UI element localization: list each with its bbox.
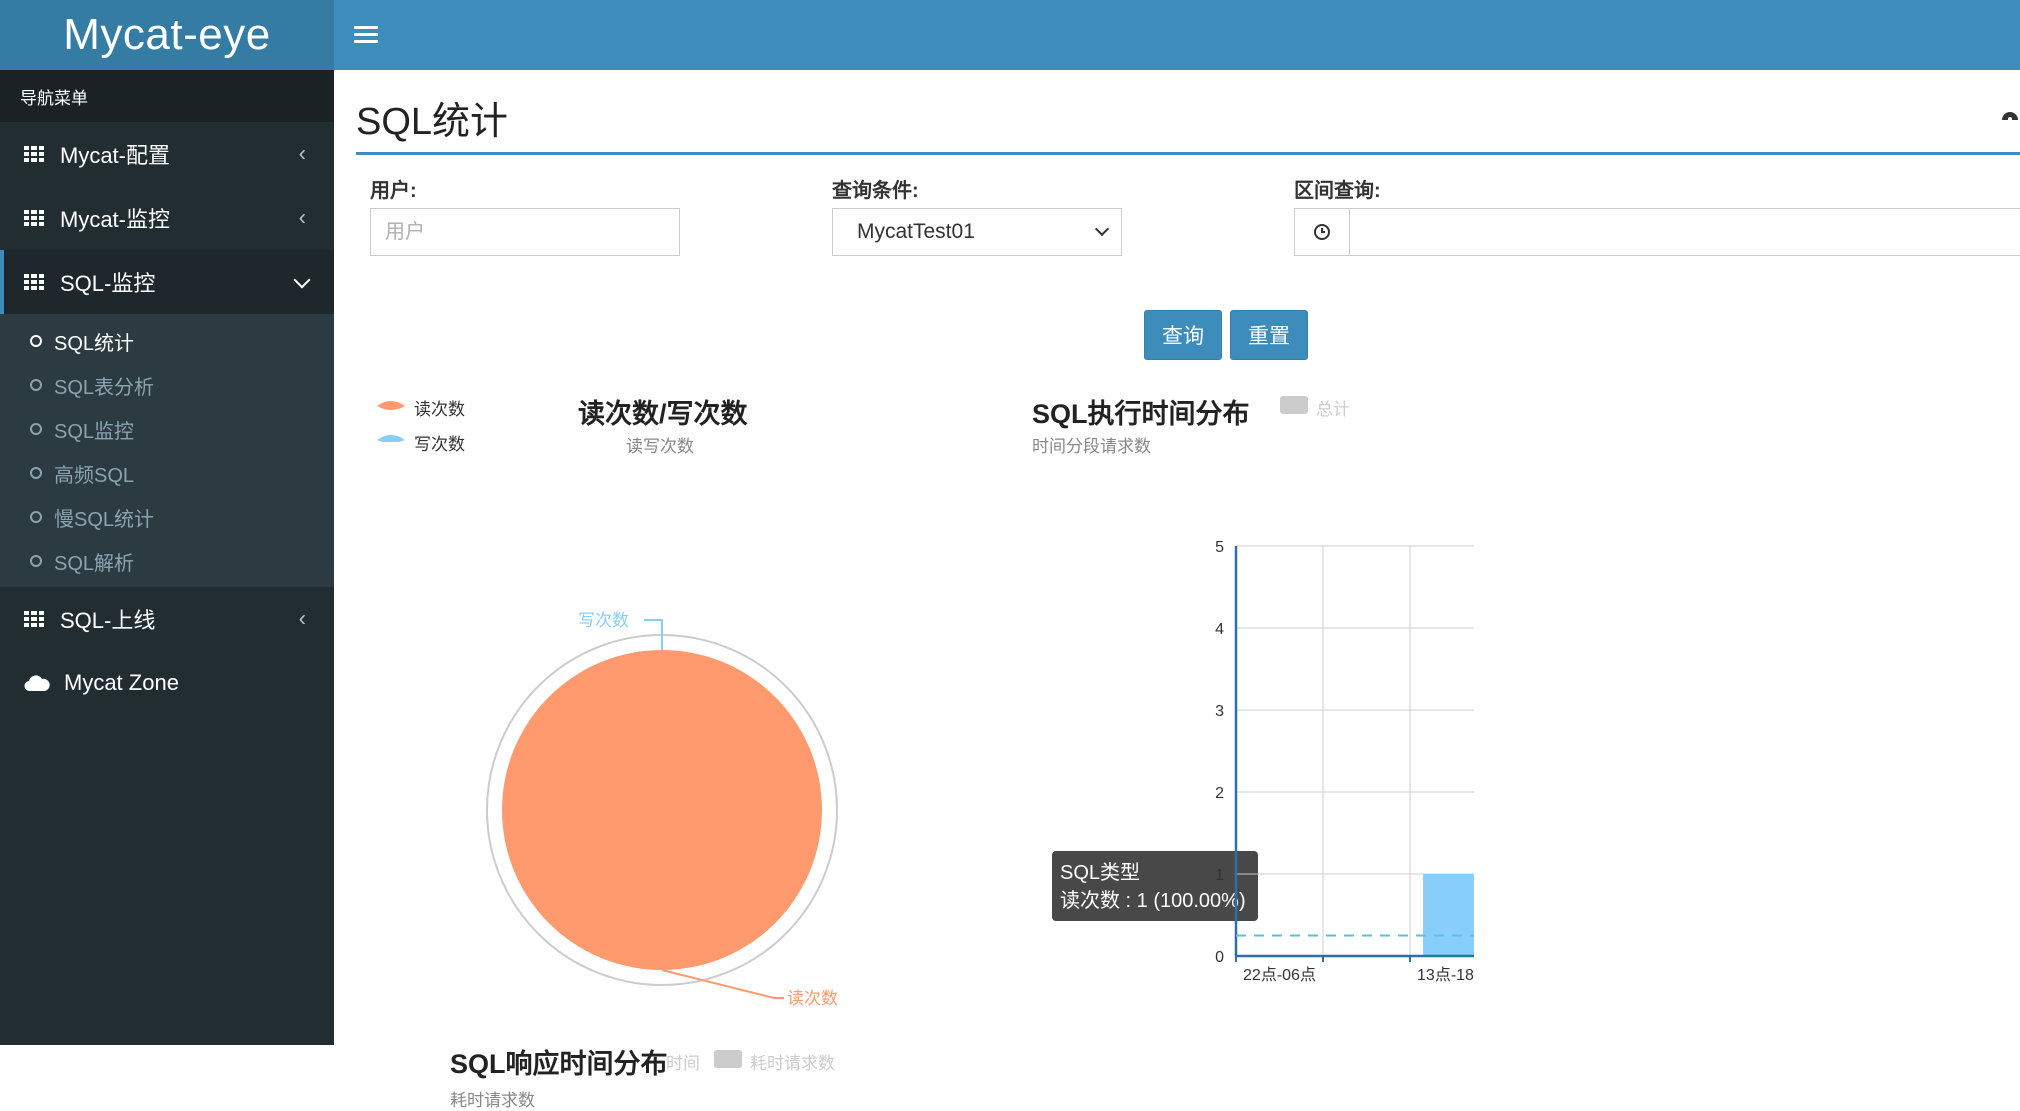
circle-icon bbox=[30, 335, 42, 347]
user-label: 用户: bbox=[370, 180, 417, 202]
sidebar-item-label: Mycat Zone bbox=[64, 670, 179, 695]
x-tick-label: 22点-06点 bbox=[1243, 966, 1316, 984]
sidebar-toggle-icon[interactable] bbox=[354, 22, 378, 48]
sidebar: 导航菜单 Mycat-配置 ‹ Mycat-监控 ‹ SQL-监控 SQL统计 … bbox=[0, 70, 334, 1045]
sidebar-item-label: Mycat-监控 bbox=[60, 207, 171, 232]
top-navbar bbox=[334, 0, 2020, 70]
pie-legend-write[interactable]: 写次数 bbox=[414, 430, 465, 455]
response-chart-subtitle: 耗时请求数 bbox=[450, 1091, 535, 1110]
query-button[interactable]: 查询 bbox=[1144, 310, 1222, 360]
submenu-item-label: SQL表分析 bbox=[54, 376, 155, 399]
grid-icon bbox=[24, 210, 44, 226]
submenu-item-slow-sql[interactable]: 慢SQL统计 bbox=[0, 495, 334, 539]
submenu-item-sql-monitor[interactable]: SQL监控 bbox=[0, 407, 334, 451]
grid-icon bbox=[24, 611, 44, 627]
app-logo[interactable]: Mycat-eye bbox=[0, 0, 334, 70]
pie-chart: 写次数 读次数 bbox=[486, 611, 838, 1008]
sidebar-item-mycat-config[interactable]: Mycat-配置 ‹ bbox=[0, 122, 334, 186]
submenu-item-sql-table-analysis[interactable]: SQL表分析 bbox=[0, 363, 334, 407]
sidebar-item-label: Mycat-配置 bbox=[60, 143, 171, 168]
pie-legend-swatches bbox=[377, 401, 405, 442]
submenu-item-sql-stats[interactable]: SQL统计 bbox=[0, 319, 334, 363]
main-content: SQL统计 用户: 查询条件: MycatTest01 区间查询: 查询 重置 … bbox=[334, 70, 2020, 1110]
bar-chart: 01234522点-06点13点-18点0.25 bbox=[1215, 539, 1474, 984]
label-read: 读次数 bbox=[787, 989, 838, 1008]
chevron-down-icon bbox=[1094, 221, 1110, 237]
submenu-item-high-freq-sql[interactable]: 高频SQL bbox=[0, 451, 334, 495]
cloud-icon bbox=[24, 675, 50, 692]
pie-chart-title: 读次数/写次数 bbox=[578, 399, 748, 429]
chevron-left-icon: ‹ bbox=[298, 605, 306, 631]
range-label: 区间查询: bbox=[1294, 180, 1381, 202]
legend-swatch-read bbox=[377, 401, 405, 410]
user-input[interactable] bbox=[370, 208, 680, 256]
sidebar-item-mycat-monitor[interactable]: Mycat-监控 ‹ bbox=[0, 186, 334, 250]
circle-icon bbox=[30, 467, 42, 479]
y-tick-label: 2 bbox=[1215, 785, 1224, 802]
sql-monitor-submenu: SQL统计 SQL表分析 SQL监控 高频SQL 慢SQL统计 SQL解析 bbox=[0, 314, 334, 587]
clock-icon-addon[interactable] bbox=[1294, 208, 1350, 256]
chevron-left-icon: ‹ bbox=[298, 204, 306, 230]
condition-select-value: MycatTest01 bbox=[857, 220, 975, 243]
response-legend-time[interactable]: 时间 bbox=[666, 1049, 700, 1074]
legend-swatch-write bbox=[377, 435, 405, 442]
bar-legend-swatch[interactable] bbox=[1280, 396, 1308, 414]
submenu-item-sql-parse[interactable]: SQL解析 bbox=[0, 539, 334, 583]
response-chart-title: SQL响应时间分布 bbox=[450, 1049, 668, 1079]
sidebar-item-label: SQL-监控 bbox=[60, 271, 156, 296]
y-tick-label: 4 bbox=[1215, 621, 1224, 638]
submenu-item-label: SQL解析 bbox=[54, 552, 135, 575]
y-tick-label: 5 bbox=[1215, 539, 1224, 556]
bar-chart-title: SQL执行时间分布 bbox=[1032, 399, 1250, 429]
grid-icon bbox=[24, 146, 44, 162]
box-top-border bbox=[356, 152, 2020, 155]
circle-icon bbox=[30, 379, 42, 391]
circle-icon bbox=[30, 511, 42, 523]
x-tick-label: 13点-18点 bbox=[1417, 966, 1474, 984]
condition-label: 查询条件: bbox=[832, 180, 919, 202]
chevron-left-icon: ‹ bbox=[298, 140, 306, 166]
reset-button[interactable]: 重置 bbox=[1230, 310, 1308, 360]
chevron-down-icon bbox=[293, 271, 311, 289]
y-tick-label: 3 bbox=[1215, 703, 1224, 720]
sidebar-item-label: SQL-上线 bbox=[60, 608, 156, 633]
clock-icon bbox=[1314, 224, 1330, 240]
submenu-item-label: 高频SQL bbox=[54, 464, 135, 487]
bar-2 bbox=[1423, 874, 1474, 956]
sidebar-item-mycat-zone[interactable]: Mycat Zone bbox=[0, 651, 334, 715]
bar-chart-subtitle: 时间分段请求数 bbox=[1032, 437, 1151, 456]
circle-icon bbox=[30, 555, 42, 567]
nav-header: 导航菜单 bbox=[0, 70, 334, 122]
pie-slice-read bbox=[502, 650, 822, 970]
circle-icon bbox=[30, 423, 42, 435]
condition-select[interactable]: MycatTest01 bbox=[832, 208, 1122, 256]
submenu-item-label: SQL统计 bbox=[54, 332, 135, 355]
dashboard-icon bbox=[2002, 112, 2018, 121]
sidebar-item-sql-monitor[interactable]: SQL-监控 bbox=[0, 250, 334, 314]
submenu-item-label: 慢SQL统计 bbox=[54, 508, 155, 531]
label-write: 写次数 bbox=[578, 611, 629, 630]
pie-chart-subtitle: 读写次数 bbox=[626, 437, 694, 456]
response-legend-swatch[interactable] bbox=[714, 1050, 742, 1068]
submenu-item-label: SQL监控 bbox=[54, 420, 135, 443]
date-range-input[interactable] bbox=[1349, 208, 2020, 256]
grid-icon bbox=[24, 274, 44, 290]
sidebar-item-sql-deploy[interactable]: SQL-上线 ‹ bbox=[0, 587, 334, 651]
page-title: SQL统计 bbox=[356, 101, 509, 143]
pie-legend-read[interactable]: 读次数 bbox=[414, 395, 465, 420]
response-legend-count[interactable]: 耗时请求数 bbox=[750, 1049, 835, 1074]
bar-legend-total[interactable]: 总计 bbox=[1316, 395, 1350, 420]
y-tick-label: 1 bbox=[1215, 867, 1224, 884]
y-tick-label: 0 bbox=[1215, 949, 1224, 966]
